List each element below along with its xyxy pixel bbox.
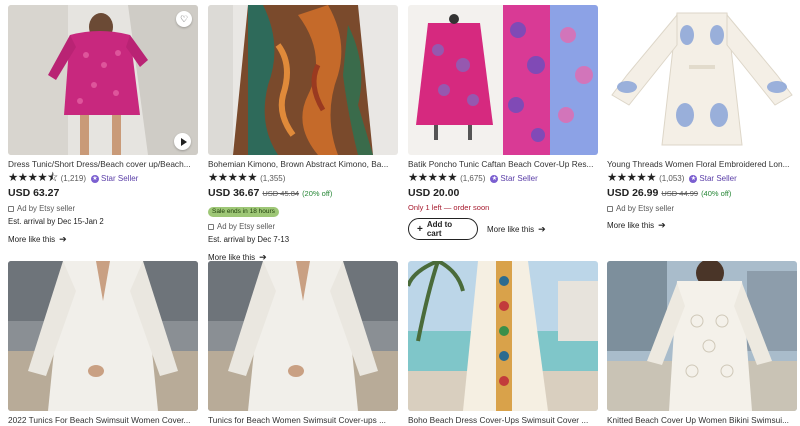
- ad-label: Ad by Etsy seller: [208, 221, 398, 232]
- star-rating-icon: ★★★★★: [607, 171, 657, 184]
- arrow-right-icon: ➔: [538, 223, 546, 234]
- product-image[interactable]: [208, 5, 398, 155]
- discount-percent: (20% off): [302, 189, 333, 198]
- sale-badge: Sale ends in 18 hours: [208, 207, 279, 217]
- price-row: USD 26.99 USD 44.99 (40% off): [607, 187, 797, 200]
- listing-card[interactable]: Knitted Beach Cover Up Women Bikini Swim…: [607, 261, 797, 426]
- review-count: (1,053): [659, 174, 685, 183]
- ad-label: Ad by Etsy seller: [8, 203, 198, 214]
- listing-title[interactable]: Young Threads Women Floral Embroidered L…: [607, 159, 797, 170]
- price-row: USD 20.00: [408, 187, 598, 200]
- more-like-this-link[interactable]: More like this ➔: [607, 220, 797, 231]
- review-count: (1,355): [260, 174, 286, 183]
- low-stock-notice: Only 1 left — order soon: [408, 203, 490, 212]
- arrival-estimate: Est. arrival by Dec 7-13: [208, 235, 290, 244]
- product-image[interactable]: [408, 261, 598, 411]
- ad-icon: [607, 205, 613, 212]
- more-like-this-link[interactable]: More like this ➔: [487, 224, 546, 235]
- arrow-right-icon: ➔: [59, 234, 67, 244]
- ad-icon: [8, 205, 14, 212]
- star-rating-icon: ★★★★⯪: [8, 171, 58, 184]
- review-count: (1,675): [460, 174, 486, 183]
- white-tunic-photo: [208, 261, 398, 411]
- star-rating-icon: ★★★★★: [208, 171, 258, 184]
- listing-card[interactable]: Bohemian Kimono, Brown Abstract Kimono, …: [208, 5, 398, 263]
- product-image[interactable]: ♡: [8, 5, 198, 155]
- add-to-cart-button[interactable]: + Add to cart: [408, 218, 478, 240]
- ad-icon: [208, 223, 214, 230]
- original-price: USD 44.99: [661, 189, 699, 198]
- product-image[interactable]: [408, 5, 598, 155]
- product-image[interactable]: [208, 261, 398, 411]
- listing-title[interactable]: Dress Tunic/Short Dress/Beach cover up/B…: [8, 159, 198, 170]
- listing-card[interactable]: 2022 Tunics For Beach Swimsuit Women Cov…: [8, 261, 198, 426]
- original-price: USD 45.84: [262, 189, 300, 198]
- listing-card[interactable]: Boho Beach Dress Cover-Ups Swimsuit Cove…: [408, 261, 598, 426]
- star-rating-icon: ★★★★★: [408, 171, 458, 184]
- listing-title[interactable]: Knitted Beach Cover Up Women Bikini Swim…: [607, 415, 797, 426]
- product-image[interactable]: [8, 261, 198, 411]
- knitted-cover-up-photo: [607, 261, 797, 411]
- white-tunic-photo: [8, 261, 198, 411]
- price: USD 20.00: [408, 187, 460, 199]
- boho-dress-photo: [408, 261, 598, 411]
- listing-card[interactable]: Young Threads Women Floral Embroidered L…: [607, 5, 797, 231]
- embroidered-dress-photo: [607, 5, 797, 155]
- price: USD 36.67: [208, 187, 260, 199]
- review-count: (1,219): [60, 174, 86, 183]
- favorite-heart-icon[interactable]: ♡: [176, 11, 192, 27]
- star-seller-icon: ★: [689, 174, 698, 183]
- star-seller-badge: ★ Star Seller: [689, 174, 737, 183]
- more-like-this-link[interactable]: More like this ➔: [8, 234, 198, 245]
- arrival-estimate: Est. arrival by Dec 15-Jan 2: [8, 217, 104, 226]
- listing-title[interactable]: Bohemian Kimono, Brown Abstract Kimono, …: [208, 159, 398, 170]
- listing-title[interactable]: Boho Beach Dress Cover-Ups Swimsuit Cove…: [408, 415, 598, 426]
- arrow-right-icon: ➔: [658, 220, 666, 230]
- discount-percent: (40% off): [701, 189, 732, 198]
- rating: ★★★★★ (1,355): [208, 172, 398, 185]
- price-row: USD 63.27: [8, 187, 198, 200]
- rating: ★★★★★ (1,675) ★ Star Seller: [408, 172, 598, 185]
- product-image[interactable]: [607, 261, 797, 411]
- rating: ★★★★★ (1,053) ★ Star Seller: [607, 172, 797, 185]
- kimono-photo: [208, 5, 398, 155]
- listing-card[interactable]: Tunics for Beach Women Swimsuit Cover-up…: [208, 261, 398, 426]
- star-seller-badge: ★ Star Seller: [490, 174, 538, 183]
- plus-icon: +: [417, 223, 423, 235]
- star-seller-icon: ★: [490, 174, 499, 183]
- play-icon[interactable]: [174, 133, 191, 150]
- poncho-photo: [408, 5, 598, 155]
- star-seller-badge: ★ Star Seller: [91, 174, 139, 183]
- listing-card[interactable]: Batik Poncho Tunic Caftan Beach Cover-Up…: [408, 5, 598, 240]
- listing-card[interactable]: ♡ Dress Tunic/Short Dress/Beach cover up…: [8, 5, 198, 245]
- star-seller-icon: ★: [91, 174, 99, 183]
- listing-title[interactable]: Batik Poncho Tunic Caftan Beach Cover-Up…: [408, 159, 598, 170]
- price: USD 63.27: [8, 187, 60, 199]
- price: USD 26.99: [607, 187, 659, 199]
- ad-label: Ad by Etsy seller: [607, 203, 797, 214]
- dress-photo: [8, 5, 198, 155]
- price-row: USD 36.67 USD 45.84 (20% off): [208, 187, 398, 200]
- product-image[interactable]: [607, 5, 797, 155]
- listing-title[interactable]: 2022 Tunics For Beach Swimsuit Women Cov…: [8, 415, 198, 426]
- listing-title[interactable]: Tunics for Beach Women Swimsuit Cover-up…: [208, 415, 398, 426]
- rating: ★★★★⯪ (1,219) ★ Star Seller: [8, 172, 198, 185]
